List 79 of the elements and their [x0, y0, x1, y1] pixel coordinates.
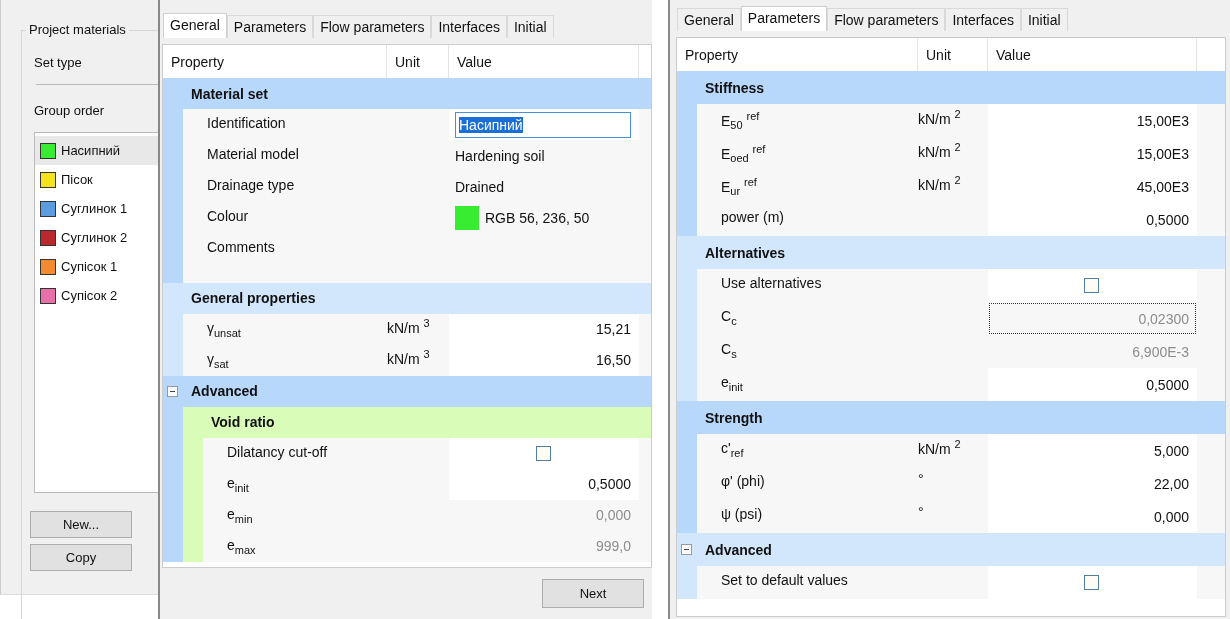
unit-label: kN/m $^{2}$	[918, 440, 961, 457]
tab[interactable]: Initial	[506, 15, 554, 38]
value-cell[interactable]: 15,00E3	[988, 137, 1197, 170]
unit-label: °	[918, 504, 924, 520]
property-label: γ$_{unsat}$	[206, 318, 242, 339]
checkbox[interactable]	[1084, 278, 1099, 293]
unit-label: °	[918, 471, 924, 487]
property-label: ψ (psi)	[720, 505, 764, 522]
property-label: Use alternatives	[720, 274, 823, 291]
section-title: Advanced	[705, 541, 772, 558]
unit-label: kN/m $^{2}$	[918, 110, 961, 127]
property-label: e$_{max}$	[226, 535, 257, 556]
property-label: C$_{s}$	[720, 340, 738, 360]
section-title: Void ratio	[211, 414, 275, 431]
material-item[interactable]: Супісок 2	[35, 281, 158, 310]
material-button[interactable]: New...	[30, 511, 132, 538]
tab[interactable]: Parameters	[740, 6, 828, 31]
tab[interactable]: Flow parameters	[313, 15, 432, 38]
section-title: Stiffness	[705, 79, 765, 96]
material-item[interactable]: Суглинок 2	[35, 223, 158, 252]
tab[interactable]: General	[163, 13, 227, 38]
value-cell[interactable]: 15,00E3	[988, 104, 1197, 137]
value-text: Drained	[455, 178, 505, 195]
property-label: Identification	[206, 114, 287, 131]
section-title: Advanced	[191, 383, 258, 400]
property-label: power (m)	[720, 208, 785, 225]
property-label: γ$_{sat}$	[206, 349, 230, 370]
section-title: Material set	[191, 85, 269, 102]
identification-field[interactable]: Насипний	[455, 111, 631, 138]
set-type-label: Set type	[34, 54, 83, 72]
value-cell[interactable]: 0,5000	[988, 203, 1197, 236]
value-cell[interactable]: 5,000	[988, 434, 1197, 467]
value-cell[interactable]: 22,00	[988, 467, 1197, 500]
value-cell[interactable]: 15,21	[449, 313, 639, 345]
property-label: Set to default values	[720, 571, 849, 588]
value-text: RGB 56, 236, 50	[485, 209, 590, 226]
material-item[interactable]: Пісок	[35, 165, 158, 194]
property-label: Drainage type	[206, 176, 296, 193]
value-text: Hardening soil	[455, 147, 545, 164]
property-label: Material model	[206, 145, 300, 162]
material-item[interactable]: Суглинок 1	[35, 194, 158, 223]
material-item[interactable]: Супісок 1	[35, 252, 158, 281]
section-title: General properties	[191, 290, 316, 307]
collapse-icon[interactable]	[681, 544, 692, 555]
tab[interactable]: General	[677, 8, 741, 31]
property-label: Dilatancy cut-off	[226, 442, 329, 460]
material-button[interactable]: Copy	[30, 544, 132, 571]
unit-label: kN/m $^{3}$	[387, 320, 430, 337]
property-label: Colour	[206, 207, 250, 224]
section-title: Strength	[705, 409, 763, 426]
property-label: φ' (phi)	[720, 472, 766, 489]
value-cell[interactable]: 0,5000	[449, 468, 639, 500]
unit-label: kN/m $^{3}$	[387, 351, 430, 368]
value-cell[interactable]: 0,5000	[988, 368, 1197, 401]
material-item[interactable]: Насипний	[35, 136, 158, 165]
property-label: e$_{init}$	[226, 473, 250, 494]
colour-swatch[interactable]	[455, 205, 479, 230]
unit-label: kN/m $^{2}$	[918, 176, 961, 193]
checkbox[interactable]	[535, 445, 551, 461]
checkbox[interactable]	[1084, 575, 1099, 590]
property-label: e$_{init}$	[720, 373, 744, 393]
value-cell[interactable]: 0,000	[988, 500, 1197, 533]
value-cell[interactable]: 16,50	[449, 344, 639, 376]
property-label: e$_{min}$	[226, 504, 254, 525]
property-label: C$_{c}$	[720, 307, 738, 327]
collapse-icon[interactable]	[167, 385, 178, 397]
value-cell[interactable]: 45,00E3	[988, 170, 1197, 203]
next-button[interactable]: Next	[542, 579, 644, 608]
tab[interactable]: Flow parameters	[827, 8, 946, 31]
tab[interactable]: Interfaces	[431, 15, 507, 38]
unit-label: kN/m $^{2}$	[918, 143, 961, 160]
tab[interactable]: Parameters	[226, 15, 314, 38]
group-order-label: Group order	[34, 102, 106, 120]
group-title: Project materials	[26, 22, 129, 37]
section-title: Alternatives	[705, 244, 786, 261]
property-label: Comments	[206, 238, 276, 255]
tab[interactable]: Initial	[1020, 8, 1068, 31]
property-label: c'$_{ref}$	[720, 439, 745, 459]
tab[interactable]: Interfaces	[945, 8, 1021, 31]
